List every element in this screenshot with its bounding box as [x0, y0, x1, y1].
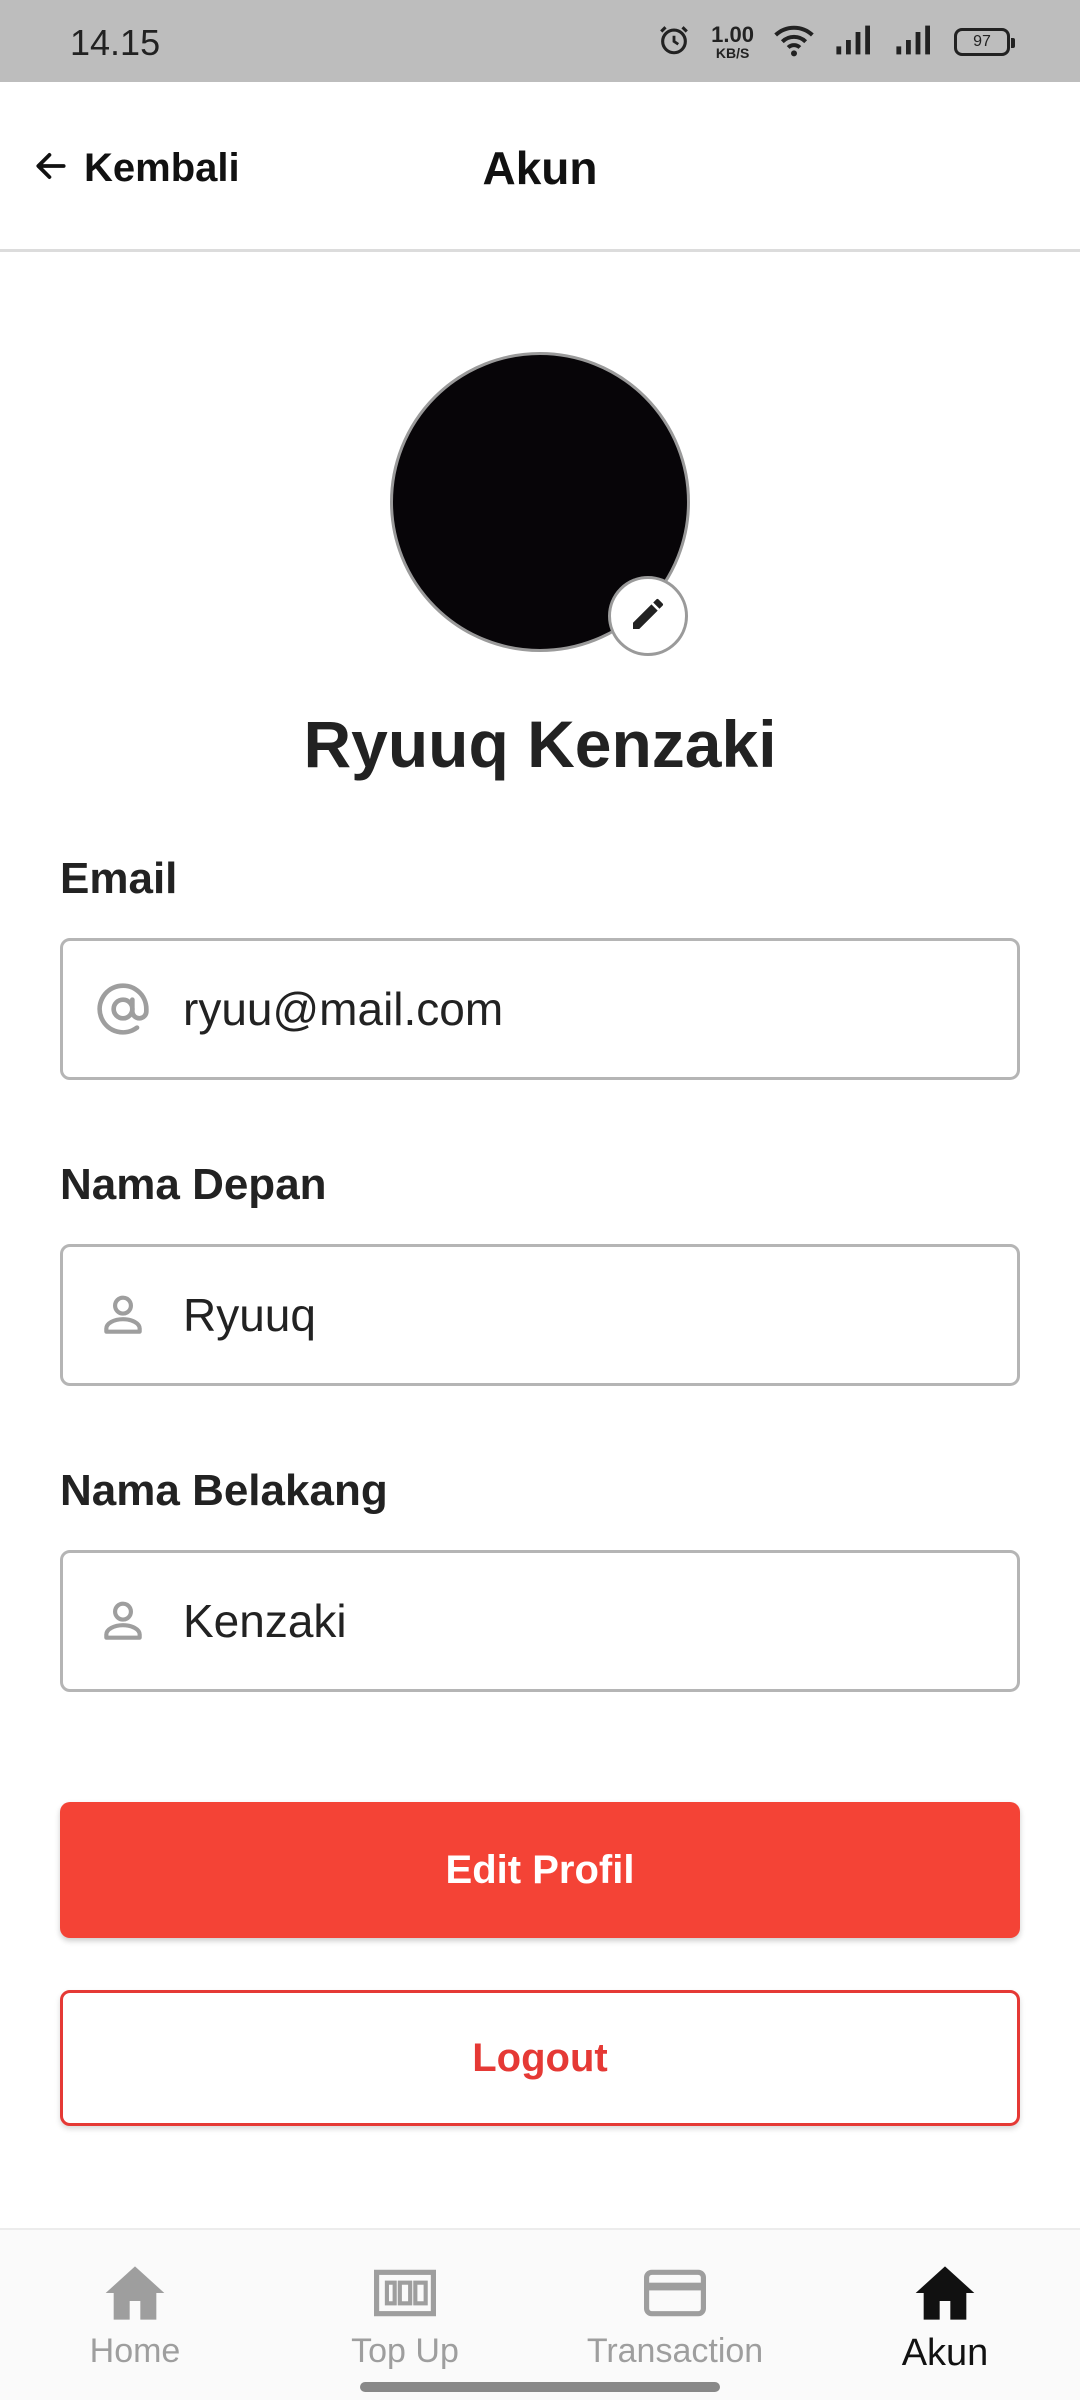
last-name-label: Nama Belakang: [60, 1466, 388, 1515]
edit-avatar-button[interactable]: [608, 576, 688, 656]
email-field-container: [60, 938, 1020, 1080]
home-icon: [913, 2260, 977, 2326]
profile-name: Ryuuq Kenzaki: [303, 707, 777, 781]
last-name-input[interactable]: [183, 1594, 983, 1648]
nav-home[interactable]: Home: [15, 2260, 255, 2371]
nav-akun[interactable]: Akun: [825, 2260, 1065, 2375]
email-input[interactable]: [183, 982, 983, 1036]
signal-icon: [834, 24, 874, 61]
money-icon: [374, 2260, 436, 2326]
status-icons: 1.00 KB/S 97: [657, 18, 1015, 66]
signal-icon: [894, 24, 934, 61]
email-label: Email: [60, 854, 178, 903]
nav-home-label: Home: [89, 2332, 181, 2370]
battery-icon: 97: [954, 28, 1015, 56]
wifi-icon: [774, 23, 814, 62]
status-bar: 14.15 1.00 KB/S 97: [0, 0, 1080, 82]
nav-transaction-label: Transaction: [586, 2332, 764, 2370]
avatar-container: [390, 352, 690, 656]
first-name-field-container: [60, 1244, 1020, 1386]
net-speed: 1.00 KB/S: [711, 22, 754, 61]
home-indicator: [360, 2382, 720, 2392]
last-name-field-container: [60, 1550, 1020, 1692]
person-icon: [93, 1285, 153, 1345]
pencil-icon: [628, 594, 668, 639]
nav-top-up-label: Top Up: [351, 2332, 459, 2370]
status-time: 14.15: [70, 22, 161, 63]
first-name-label: Nama Depan: [60, 1160, 327, 1209]
logout-button[interactable]: Logout: [60, 1990, 1020, 2126]
nav-akun-label: Akun: [901, 2332, 989, 2374]
home-icon: [103, 2260, 167, 2326]
at-icon: [93, 979, 153, 1039]
app-header: Kembali Akun: [0, 82, 1080, 252]
person-icon: [93, 1591, 153, 1651]
edit-profile-button[interactable]: Edit Profil: [60, 1802, 1020, 1938]
page-title: Akun: [482, 142, 598, 194]
alarm-icon: [657, 23, 691, 62]
first-name-input[interactable]: [183, 1288, 983, 1342]
nav-transaction[interactable]: Transaction: [555, 2260, 795, 2371]
nav-top-up[interactable]: Top Up: [285, 2260, 525, 2371]
bottom-nav: Home Top Up Transaction Akun: [0, 2228, 1080, 2400]
credit-card-icon: [644, 2260, 706, 2326]
